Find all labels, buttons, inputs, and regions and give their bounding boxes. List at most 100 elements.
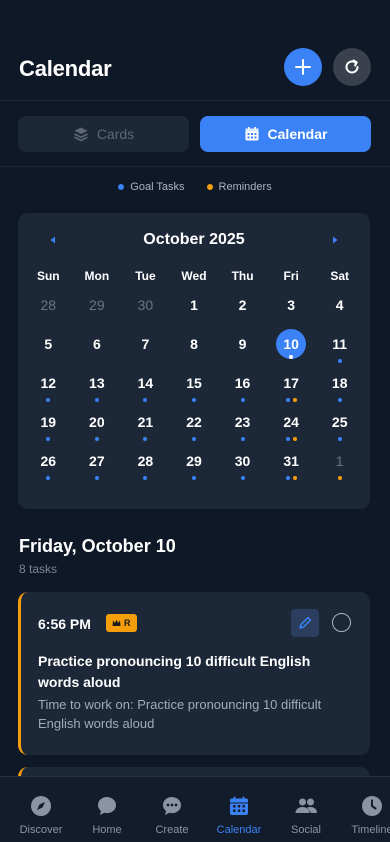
- event-dot: [191, 398, 196, 402]
- event-dot: [240, 476, 245, 480]
- calendar-day[interactable]: 26: [24, 443, 73, 482]
- add-button[interactable]: [284, 48, 322, 86]
- calendar-day[interactable]: 20: [73, 404, 122, 443]
- clock-icon: [362, 796, 382, 816]
- calendar-day[interactable]: 14: [121, 365, 170, 404]
- calendar-day[interactable]: 29: [73, 287, 122, 326]
- event-dot: [143, 476, 148, 480]
- calendar-day[interactable]: 27: [73, 443, 122, 482]
- calendar-day[interactable]: 25: [315, 404, 364, 443]
- event-dots: [121, 476, 170, 480]
- day-number: 4: [335, 297, 344, 313]
- legend-goal-tasks: Goal Tasks: [118, 181, 185, 193]
- chat-dots-icon: [163, 797, 181, 815]
- day-number: 28: [40, 297, 57, 313]
- calendar-day[interactable]: 9: [218, 326, 267, 365]
- calendar-icon: [245, 127, 259, 141]
- plus-icon: [295, 59, 311, 75]
- view-tabs: Cards Calendar: [0, 101, 390, 167]
- event-dots: [73, 398, 122, 402]
- event-dot: [143, 437, 148, 441]
- nav-social[interactable]: Social: [276, 777, 336, 842]
- complete-checkbox[interactable]: [332, 613, 351, 632]
- nav-create[interactable]: Create: [142, 777, 202, 842]
- calendar-day[interactable]: 6: [73, 326, 122, 365]
- selected-day-title: Friday, October 10: [19, 536, 176, 556]
- weekday-header: Mon: [84, 269, 110, 283]
- chevron-right-icon[interactable]: [330, 235, 340, 245]
- app-header: Calendar: [0, 0, 390, 101]
- calendar-day[interactable]: 11: [315, 326, 364, 365]
- calendar-day[interactable]: 21: [121, 404, 170, 443]
- day-number: 30: [137, 297, 154, 313]
- calendar-day-selected[interactable]: 10: [267, 326, 316, 365]
- day-number: 3: [287, 297, 296, 313]
- calendar-day[interactable]: 17: [267, 365, 316, 404]
- event-dots: [267, 355, 316, 359]
- calendar-day[interactable]: 29: [170, 443, 219, 482]
- calendar-day[interactable]: 24: [267, 404, 316, 443]
- event-dots: [170, 476, 219, 480]
- weekday-header: Sun: [36, 269, 60, 283]
- edit-button[interactable]: [291, 609, 319, 637]
- legend-label: Reminders: [218, 181, 272, 193]
- calendar-day[interactable]: 4: [315, 287, 364, 326]
- event-dot: [46, 437, 51, 441]
- calendar-icon: [230, 796, 248, 815]
- legend-dot-orange: [206, 184, 213, 190]
- calendar-day[interactable]: 3: [267, 287, 316, 326]
- calendar-day[interactable]: 15: [170, 365, 219, 404]
- calendar-day[interactable]: 8: [170, 326, 219, 365]
- event-dots: [315, 398, 364, 402]
- nav-label: Calendar: [216, 824, 262, 836]
- calendar-day[interactable]: 13: [73, 365, 122, 404]
- calendar-day[interactable]: 30: [121, 287, 170, 326]
- calendar-day[interactable]: 23: [218, 404, 267, 443]
- legend-dot-blue: [118, 184, 125, 190]
- event-dot: [94, 398, 99, 402]
- calendar-day[interactable]: 2: [218, 287, 267, 326]
- task-card[interactable]: 6:56 PM R Practice pronouncing 10 diffic…: [18, 592, 370, 755]
- calendar-day[interactable]: 31: [267, 443, 316, 482]
- calendar-day[interactable]: 12: [24, 365, 73, 404]
- nav-label: Timeline: [351, 824, 390, 836]
- task-title: Practice pronouncing 10 difficult Englis…: [38, 653, 311, 690]
- crown-icon: [112, 619, 121, 626]
- nav-calendar[interactable]: Calendar: [209, 777, 269, 842]
- nav-discover[interactable]: Discover: [11, 777, 71, 842]
- calendar-day[interactable]: 30: [218, 443, 267, 482]
- reminder-badge: R: [106, 614, 137, 632]
- event-dot: [46, 476, 51, 480]
- calendar-day[interactable]: 16: [218, 365, 267, 404]
- event-dot: [46, 398, 51, 402]
- calendar-day[interactable]: 28: [121, 443, 170, 482]
- calendar-day[interactable]: 18: [315, 365, 364, 404]
- day-number: 5: [44, 336, 53, 352]
- tab-cards[interactable]: Cards: [18, 116, 189, 152]
- calendar-day[interactable]: 28: [24, 287, 73, 326]
- calendar-card: October 2025 Sun Mon Tue Wed Thu Fri Sat 28 29 30…: [18, 213, 370, 509]
- nav-home[interactable]: Home: [77, 777, 137, 842]
- calendar-day[interactable]: 1: [315, 443, 364, 482]
- calendar-day[interactable]: 19: [24, 404, 73, 443]
- task-time: 6:56 PM: [38, 616, 91, 632]
- calendar-day[interactable]: 7: [121, 326, 170, 365]
- event-dots: [267, 398, 316, 402]
- event-dots: [121, 437, 170, 441]
- chat-bubble-icon: [98, 797, 116, 815]
- day-number: 2: [238, 297, 247, 313]
- calendar-day[interactable]: 5: [24, 326, 73, 365]
- layers-icon: [73, 127, 88, 142]
- refresh-button[interactable]: [333, 48, 371, 86]
- weekday-header: Fri: [283, 269, 299, 283]
- nav-label: Social: [291, 824, 321, 836]
- calendar-day[interactable]: 1: [170, 287, 219, 326]
- pencil-icon: [299, 616, 312, 629]
- calendar-day[interactable]: 22: [170, 404, 219, 443]
- tab-calendar[interactable]: Calendar: [200, 116, 371, 152]
- calendar-grid: Sun Mon Tue Wed Thu Fri Sat 28 29 30 1 2 3 4 5 6 7 8 9 10 11…: [24, 269, 364, 482]
- weekday-header: Wed: [181, 269, 207, 283]
- day-number: 29: [89, 297, 105, 313]
- task-count: 8 tasks: [19, 562, 58, 576]
- nav-timeline[interactable]: Timeline: [342, 777, 390, 842]
